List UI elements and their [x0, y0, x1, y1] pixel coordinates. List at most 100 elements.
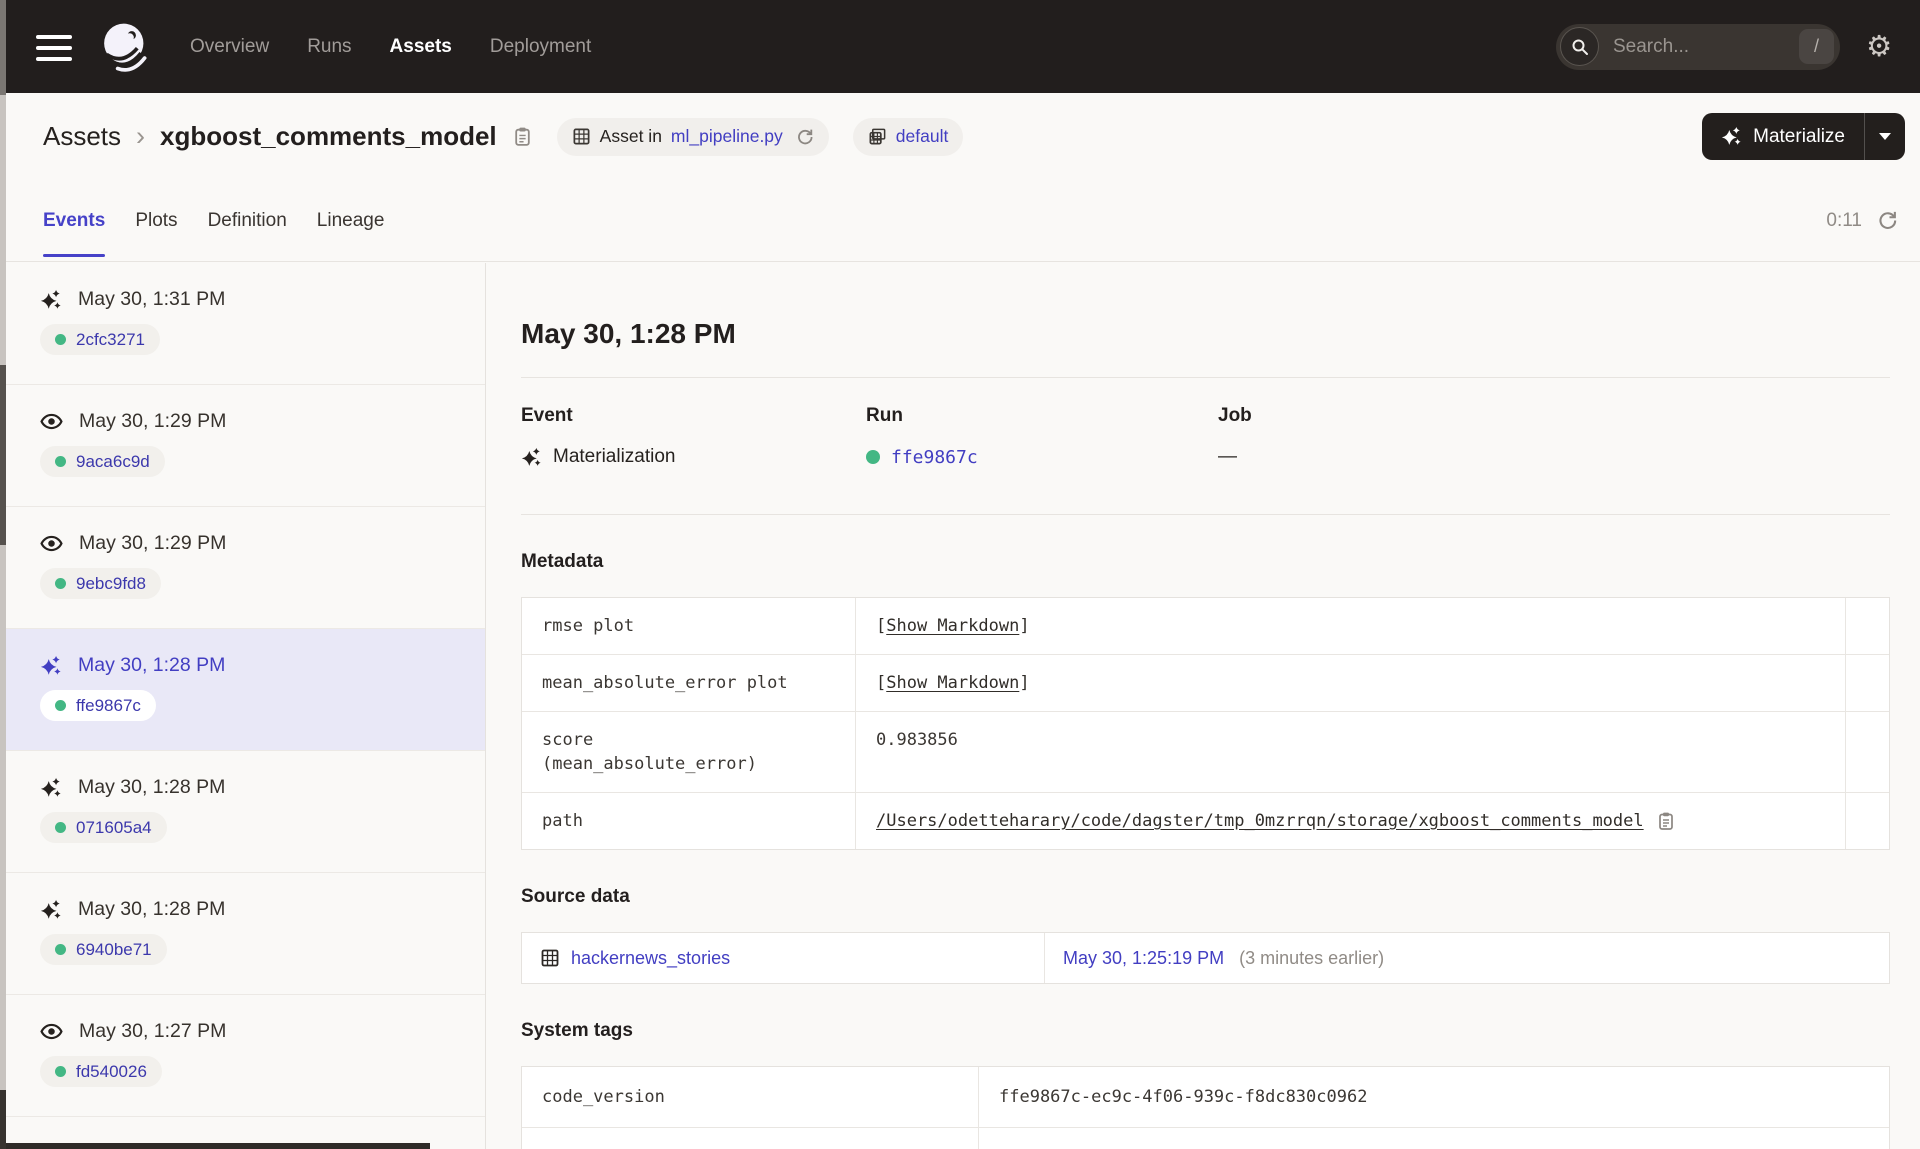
global-search-input[interactable]: Search... /: [1556, 23, 1840, 70]
metadata-key: mean_absolute_error plot: [542, 673, 788, 693]
nav-item-deployment[interactable]: Deployment: [490, 36, 591, 58]
event-list-item[interactable]: May 30, 1:28 PM 6940be71: [6, 873, 485, 995]
dagster-logo[interactable]: [98, 20, 152, 74]
asset-definition-badge: Asset in ml_pipeline.py: [556, 117, 829, 156]
run-id-link: 9ebc9fd8: [76, 573, 146, 593]
observation-eye-icon: [40, 1020, 63, 1043]
run-status-dot: [866, 450, 880, 464]
run-id-link: fd540026: [76, 1061, 147, 1081]
run-id-link: 9aca6c9d: [76, 451, 150, 471]
table-row: path /Users/odetteharary/code/dagster/tm…: [522, 793, 1889, 849]
metadata-key: path: [542, 811, 583, 831]
nav-item-overview[interactable]: Overview: [190, 36, 269, 58]
run-status-dot: [55, 822, 66, 833]
materialization-sparkle-icon: [40, 899, 62, 921]
table-row-clipped: [522, 1128, 1889, 1149]
tab-lineage[interactable]: Lineage: [317, 180, 385, 261]
source-data-heading: Source data: [521, 886, 630, 907]
materialization-sparkle-icon: [40, 777, 62, 799]
nav-item-runs[interactable]: Runs: [307, 36, 351, 58]
event-list-sidebar: May 30, 1:31 PM 2cfc3271 May 30, 1:29 PM…: [6, 263, 486, 1149]
group-name-link: default: [895, 126, 949, 146]
nav-item-assets[interactable]: Assets: [390, 36, 452, 58]
upstream-asset-link[interactable]: hackernews_stories: [571, 948, 730, 969]
run-status-dot: [55, 700, 66, 711]
tab-plots[interactable]: Plots: [135, 180, 177, 261]
observation-eye-icon: [40, 410, 63, 433]
tab-events[interactable]: Events: [43, 180, 106, 261]
run-column-label: Run: [866, 405, 903, 426]
table-row: rmse plot [Show Markdown]: [522, 598, 1889, 655]
row-actions-cell: [1845, 712, 1889, 792]
run-id-badge[interactable]: 071605a4: [40, 812, 167, 843]
top-navigation-bar: Overview Runs Assets Deployment Search..…: [6, 0, 1920, 93]
sparkle-icon: [1722, 126, 1741, 145]
system-tags-table: code_version ffe9867c-ec9c-4f06-939c-f8d…: [521, 1066, 1890, 1149]
run-id-link: ffe9867c: [76, 695, 141, 715]
row-actions-cell: [1845, 598, 1889, 654]
show-markdown-link[interactable]: Show Markdown: [886, 616, 1019, 636]
refresh-countdown: 0:11: [1826, 209, 1862, 231]
primary-nav: Overview Runs Assets Deployment: [190, 36, 591, 58]
job-value: —: [1218, 446, 1237, 467]
search-shortcut-key: /: [1799, 29, 1834, 64]
system-tag-key: code_version: [522, 1067, 979, 1127]
materialize-button[interactable]: Materialize: [1702, 113, 1864, 160]
materialization-sparkle-icon: [40, 655, 62, 677]
asset-tabs: Events Plots Definition Lineage 0:11: [6, 180, 1920, 262]
search-placeholder: Search...: [1613, 35, 1690, 57]
run-id-link: 071605a4: [76, 817, 152, 837]
metadata-key: rmse plot: [542, 616, 635, 636]
copy-path-icon[interactable]: [1656, 811, 1676, 831]
materialize-button-group: Materialize: [1702, 113, 1905, 160]
event-list-item[interactable]: May 30, 1:29 PM 9ebc9fd8: [6, 507, 485, 629]
event-type-value: Materialization: [553, 446, 676, 467]
run-id-link[interactable]: ffe9867c: [891, 447, 978, 468]
screen-edge-bottom: [6, 1143, 430, 1149]
run-id-badge[interactable]: 2cfc3271: [40, 324, 160, 355]
run-id-badge[interactable]: 9ebc9fd8: [40, 568, 161, 599]
event-list-item[interactable]: May 30, 1:28 PM 071605a4: [6, 751, 485, 873]
run-status-dot: [55, 578, 66, 589]
event-timestamp: May 30, 1:28 PM: [78, 654, 226, 676]
table-row: code_version ffe9867c-ec9c-4f06-939c-f8d…: [522, 1067, 1889, 1128]
search-icon: [1560, 27, 1599, 66]
settings-gear-icon[interactable]: ⚙: [1866, 32, 1892, 61]
run-id-badge[interactable]: 6940be71: [40, 934, 167, 965]
run-id-link: 2cfc3271: [76, 329, 145, 349]
storage-path-link[interactable]: /Users/odetteharary/code/dagster/tmp_0mz…: [876, 809, 1644, 833]
reload-definition-icon[interactable]: [796, 128, 814, 146]
materialize-label: Materialize: [1753, 125, 1845, 147]
copy-asset-name-icon[interactable]: [512, 126, 533, 147]
run-id-badge[interactable]: 9aca6c9d: [40, 446, 165, 477]
metadata-heading: Metadata: [521, 551, 604, 572]
asset-group-badge[interactable]: default: [852, 117, 964, 156]
system-tags-heading: System tags: [521, 1020, 633, 1041]
menu-icon[interactable]: [36, 34, 72, 61]
event-timestamp: May 30, 1:28 PM: [78, 898, 226, 920]
refresh-icon[interactable]: [1877, 210, 1898, 231]
event-list-item[interactable]: May 30, 1:27 PM fd540026: [6, 995, 485, 1117]
tab-definition[interactable]: Definition: [208, 180, 287, 261]
observation-eye-icon: [40, 532, 63, 555]
table-row: mean_absolute_error plot [Show Markdown]: [522, 655, 1889, 712]
event-list-item[interactable]: May 30, 1:29 PM 9aca6c9d: [6, 385, 485, 507]
event-list-item-selected[interactable]: May 30, 1:28 PM ffe9867c: [6, 629, 485, 751]
materialize-dropdown-button[interactable]: [1865, 113, 1905, 160]
job-column-label: Job: [1218, 405, 1252, 426]
pipeline-file-link[interactable]: ml_pipeline.py: [671, 126, 783, 147]
table-row: hackernews_stories May 30, 1:25:19 PM (3…: [522, 933, 1889, 983]
source-materialization-time-link[interactable]: May 30, 1:25:19 PM: [1063, 948, 1224, 969]
row-actions-cell: [1845, 793, 1889, 849]
metadata-table: rmse plot [Show Markdown] mean_absolute_…: [521, 597, 1890, 850]
divider: [521, 514, 1890, 515]
run-status-dot: [55, 334, 66, 345]
run-id-badge[interactable]: fd540026: [40, 1056, 162, 1087]
metadata-key: score: [542, 730, 594, 750]
show-markdown-link[interactable]: Show Markdown: [886, 673, 1019, 693]
breadcrumb-assets-link[interactable]: Assets: [43, 121, 121, 152]
run-id-badge[interactable]: ffe9867c: [40, 690, 156, 721]
source-time-note: (3 minutes earlier): [1239, 947, 1385, 968]
breadcrumb-separator: ›: [136, 121, 146, 151]
event-list-item[interactable]: May 30, 1:31 PM 2cfc3271: [6, 263, 485, 385]
